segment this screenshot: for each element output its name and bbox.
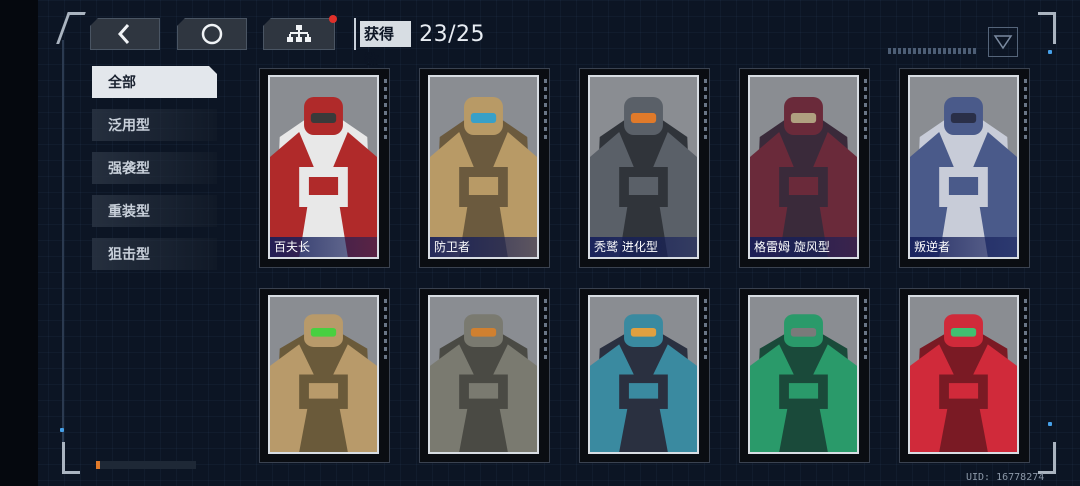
mech-name: 叛逆者 [910,237,1017,257]
notification-dot [329,15,337,23]
hierarchy-icon [287,25,311,42]
mech-card[interactable] [419,288,550,463]
category-label: 强袭型 [108,161,150,177]
category-label: 泛用型 [108,118,150,134]
mech-card[interactable]: 防卫者 [419,68,550,268]
collection-counter: 获得数 23/25 [354,18,485,69]
frame-corner [62,442,80,474]
count-value: 23/25 [419,21,485,47]
mech-portrait [910,77,1017,257]
mech-card[interactable] [579,288,710,463]
hud-decoration [888,28,978,58]
frame-corner [1038,12,1056,44]
mech-portrait [270,297,377,452]
mech-portrait [750,77,857,257]
mech-card-frame [588,295,699,454]
mech-portrait [750,297,857,452]
mech-name: 秃鹫 进化型 [590,237,697,257]
hud-decoration [96,432,196,472]
card-tick-marks [384,79,387,139]
user-id: UID: 16778274 [966,472,1045,483]
card-tick-marks [864,299,867,359]
hierarchy-button[interactable] [263,18,335,50]
triangle-down-icon [993,35,1013,50]
hud-dot [1048,422,1052,426]
mech-portrait [270,77,377,257]
mech-card-frame: 叛逆者 [908,75,1019,259]
circle-icon [201,23,223,45]
category-heavy[interactable]: 重装型 [92,195,217,227]
mech-card-frame: 防卫者 [428,75,539,259]
chevron-left-icon [117,24,130,44]
mech-portrait [430,77,537,257]
hud-dot [1048,50,1052,54]
mech-card[interactable] [899,288,1030,463]
mech-name: 格雷姆 旋风型 [750,237,857,257]
filter-button[interactable] [988,27,1018,57]
frame-line [62,40,64,448]
mech-card-frame: 格雷姆 旋风型 [748,75,859,259]
mech-card-frame [428,295,539,454]
card-tick-marks [1024,299,1027,359]
count-label: 获得数 [360,21,412,69]
category-sniper[interactable]: 狙击型 [92,238,217,270]
category-all[interactable]: 全部 [92,66,217,98]
category-label: 重装型 [108,204,150,220]
frame-corner [56,12,86,44]
mech-card-frame: 百夫长 [268,75,379,259]
card-tick-marks [1024,79,1027,139]
left-edge-strip [0,0,38,486]
card-tick-marks [864,79,867,139]
card-tick-marks [384,299,387,359]
back-button[interactable] [90,18,160,50]
mech-card[interactable]: 叛逆者 [899,68,1030,268]
mech-card[interactable]: 百夫长 [259,68,390,268]
frame-corner [1038,442,1056,474]
mech-portrait [910,297,1017,452]
mech-card-frame [908,295,1019,454]
mech-portrait [590,77,697,257]
mech-card[interactable] [739,288,870,463]
card-tick-marks [544,299,547,359]
mech-name: 百夫长 [270,237,377,257]
mech-portrait [430,297,537,452]
mech-card-frame: 秃鹫 进化型 [588,75,699,259]
mech-card[interactable] [259,288,390,463]
card-tick-marks [544,79,547,139]
mech-card-frame [748,295,859,454]
mech-portrait [590,297,697,452]
category-label: 全部 [108,75,136,91]
home-button[interactable] [177,18,247,50]
card-tick-marks [704,299,707,359]
mech-card-frame [268,295,379,454]
category-general[interactable]: 泛用型 [92,109,217,141]
mech-name: 防卫者 [430,237,537,257]
mech-card[interactable]: 秃鹫 进化型 [579,68,710,268]
progress-bar [96,461,196,469]
mech-card[interactable]: 格雷姆 旋风型 [739,68,870,268]
card-tick-marks [704,79,707,139]
category-label: 狙击型 [108,247,150,263]
category-assault[interactable]: 强袭型 [92,152,217,184]
hud-dot [60,428,64,432]
